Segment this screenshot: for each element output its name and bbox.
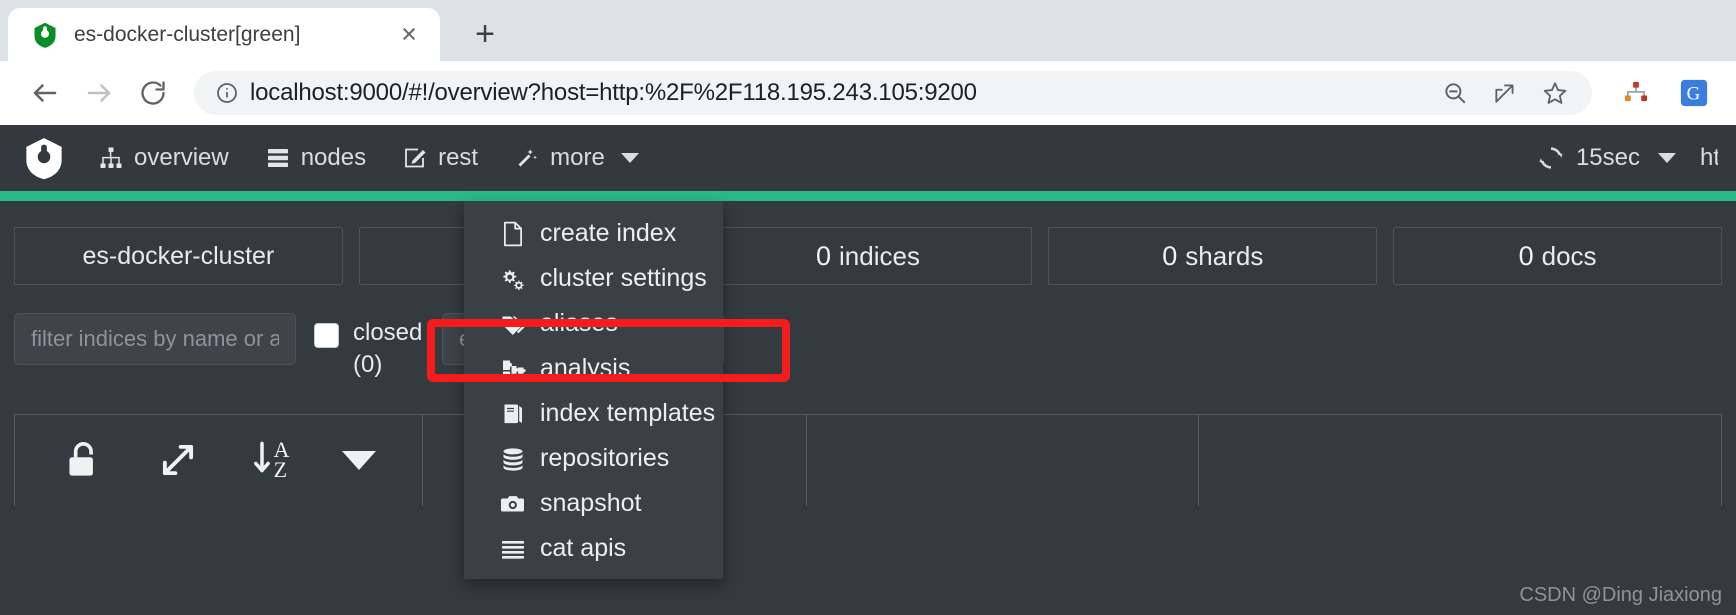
nav-label-rest: rest [438,144,479,171]
menu-label-cat-apis: cat apis [540,534,627,562]
more-dropdown-menu: create index cluster settings aliases an… [464,201,723,579]
extensions-icon[interactable] [1612,69,1660,117]
nav-label-nodes: nodes [300,144,367,171]
tab-strip: es-docker-cluster[green] × + [0,0,1736,61]
database-icon [500,446,526,472]
book-icon [500,401,526,427]
table-header-cell-3 [807,414,1199,506]
cluster-stats-row: es-docker-cluster 3 nodes 0 indices 0 sh… [14,227,1722,285]
stat-card-shards: 0 shards [1048,227,1378,285]
closed-checkbox-label: closed (0) [353,317,422,382]
menu-item-cat-apis[interactable]: cat apis [464,526,723,571]
filters-row: closed (0) [14,313,1722,382]
nav-item-nodes[interactable]: nodes [247,125,384,191]
host-label: ht [1700,144,1718,171]
magic-wand-icon [514,145,540,171]
table-controls-cell: A Z [15,414,423,506]
closed-filter-checkbox-group[interactable]: closed (0) [314,313,424,382]
menu-item-create-index[interactable]: create index [464,211,723,256]
forward-button[interactable] [72,66,126,120]
url-text: localhost:9000/#!/overview?host=http:%2F… [250,79,977,106]
sitemap-icon [98,145,124,171]
menu-label-analysis: analysis [540,354,631,382]
google-translate-icon[interactable]: G [1670,69,1718,117]
refresh-interval-label: 15sec [1575,144,1640,171]
menu-item-index-templates[interactable]: index templates [464,391,723,436]
caret-down-icon[interactable] [341,450,376,470]
cerebro-logo[interactable] [18,132,70,184]
stat-card-cluster-name: es-docker-cluster [14,227,343,285]
sort-alpha-icon[interactable]: A Z [252,438,290,483]
closed-text: closed [353,319,423,346]
site-information-icon[interactable] [210,76,244,110]
nav-label-more: more [550,144,605,171]
indices-table-header: A Z [14,413,1722,506]
nav-item-more[interactable]: more [496,125,657,191]
menu-item-snapshot[interactable]: snapshot [464,481,723,526]
app-navbar: overview nodes rest more 15sec ht [0,125,1736,191]
menu-item-repositories[interactable]: repositories [464,436,723,481]
menu-label-snapshot: snapshot [540,489,642,517]
chevron-down-icon [620,153,639,163]
indices-count-label: indices [839,240,920,271]
cluster-health-bar [0,191,1736,201]
nav-item-rest[interactable]: rest [384,125,496,191]
new-tab-button[interactable]: + [462,11,508,57]
refresh-icon [1538,145,1564,171]
nav-right-group: 15sec ht [1524,144,1718,172]
camera-icon [500,491,526,517]
cogs-icon [500,266,526,292]
menu-label-create-index: create index [540,219,677,247]
watermark: CSDN @Ding Jiaxiong [1519,584,1722,606]
puzzle-piece-icon [500,356,526,382]
sort-letters: A Z [273,438,290,483]
browser-tab[interactable]: es-docker-cluster[green] × [8,8,440,61]
svg-text:G: G [1687,83,1701,104]
table-header-cell-4 [1199,415,1721,506]
cerebro-app: overview nodes rest more 15sec ht es-doc… [0,125,1736,615]
cluster-name-text: es-docker-cluster [82,241,275,270]
app-content: es-docker-cluster 3 nodes 0 indices 0 sh… [0,227,1736,506]
stat-card-docs: 0 docs [1393,227,1722,285]
sort-letter-z: Z [273,457,288,483]
index-filter-input[interactable] [14,313,296,365]
shards-count-value: 0 [1162,240,1178,271]
menu-label-repositories: repositories [540,444,670,472]
cerebro-favicon [30,20,60,50]
expand-arrows-icon[interactable] [157,439,199,481]
nav-label-overview: overview [134,144,229,171]
close-icon[interactable]: × [392,18,426,52]
menu-label-cluster-settings: cluster settings [540,264,707,292]
chevron-down-icon [1658,153,1676,163]
nav-item-overview[interactable]: overview [80,125,247,191]
browser-window: es-docker-cluster[green] × + localhost:9… [0,0,1736,615]
zoom-out-icon[interactable] [1434,72,1476,114]
file-icon [500,221,526,247]
server-icon [265,145,291,171]
browser-toolbar: localhost:9000/#!/overview?host=http:%2F… [0,61,1736,125]
tags-icon [500,311,526,337]
stat-card-indices: 0 indices [703,227,1033,285]
pencil-square-icon [402,145,428,171]
docs-count-label: docs [1541,240,1597,271]
share-icon[interactable] [1484,72,1526,114]
closed-checkbox[interactable] [314,323,339,348]
shards-count-label: shards [1185,240,1264,271]
closed-count: (0) [353,351,383,379]
back-button[interactable] [18,66,72,120]
menu-item-analysis[interactable]: analysis [464,346,723,391]
menu-item-aliases[interactable]: aliases [464,301,723,346]
lock-open-icon[interactable] [61,438,105,482]
refresh-interval-selector[interactable]: 15sec [1524,144,1690,172]
star-icon[interactable] [1534,72,1576,114]
reload-button[interactable] [126,66,180,120]
tab-title: es-docker-cluster[green] [74,22,301,46]
menu-item-cluster-settings[interactable]: cluster settings [464,256,723,301]
indices-count-value: 0 [816,240,832,271]
address-bar[interactable]: localhost:9000/#!/overview?host=http:%2F… [194,71,1592,115]
menu-label-aliases: aliases [540,309,618,337]
list-icon [500,536,526,562]
menu-label-index-templates: index templates [540,399,716,427]
docs-count-value: 0 [1518,240,1534,271]
